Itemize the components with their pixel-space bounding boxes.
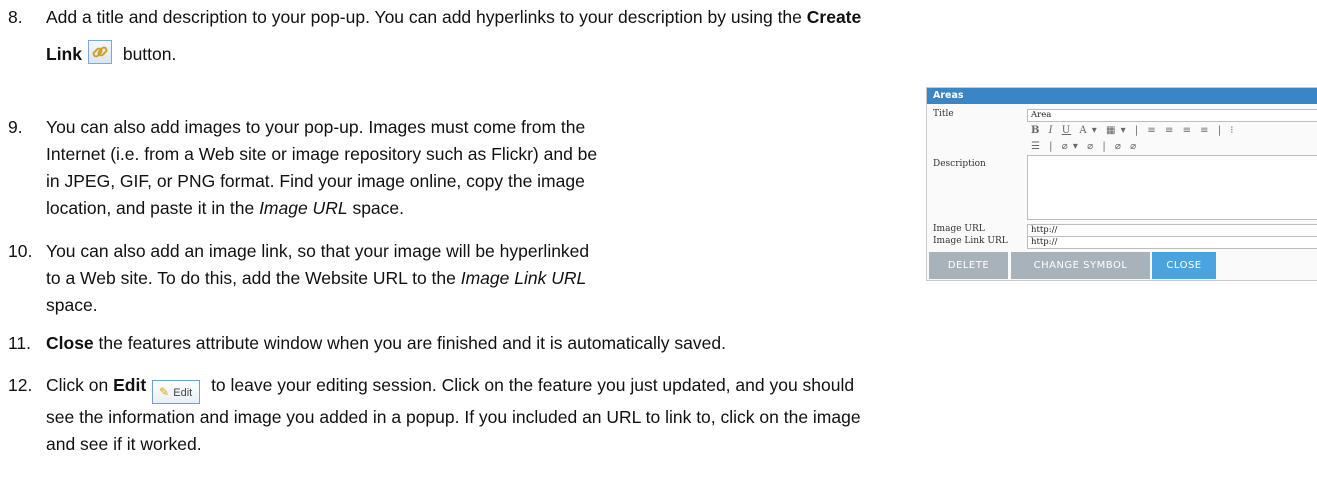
unlink-icon[interactable]: ⌀ <box>1087 141 1094 152</box>
step-text: Click on Edit ✎ Edit to leave your editing… <box>46 375 861 454</box>
step-text: Add a title and description to your pop-… <box>46 7 862 27</box>
step-text: Close the features attribute window when… <box>46 333 726 353</box>
align-justify-icon[interactable]: ≡ <box>1200 125 1209 136</box>
list-icon[interactable]: ⁝ <box>1230 125 1234 136</box>
step-text: You can also add an image link, so that … <box>46 241 590 315</box>
separator: | <box>1049 141 1054 152</box>
redo-icon[interactable]: ⌀ <box>1130 141 1137 152</box>
dialog-title: Areas <box>927 88 1317 104</box>
link-icon[interactable]: ⌀ ▾ <box>1062 141 1079 152</box>
edit-button-image: ✎ Edit <box>152 380 201 404</box>
close-button[interactable]: CLOSE <box>1152 252 1216 279</box>
format-toolbar-row2: ☰ | ⌀ ▾ ⌀ | ⌀ ⌀ <box>1031 141 1141 152</box>
create-link-icon <box>87 40 112 64</box>
bullet-list-icon[interactable]: ☰ <box>1031 141 1041 152</box>
bold-icon[interactable]: B <box>1031 125 1040 136</box>
description-field[interactable] <box>1027 155 1317 220</box>
align-right-icon[interactable]: ≡ <box>1183 125 1192 136</box>
title-label: Title <box>933 109 954 119</box>
step-number: 10. <box>8 241 33 261</box>
font-color-icon[interactable]: A ▾ <box>1079 125 1097 136</box>
delete-button[interactable]: DELETE <box>929 252 1008 279</box>
format-toolbar-row1: B I U A ▾ ▦ ▾ | ≡ ≡ ≡ ≡ | ⁝ <box>1031 125 1238 136</box>
undo-icon[interactable]: ⌀ <box>1115 141 1122 152</box>
image-link-url-label: Image Link URL <box>933 236 1008 246</box>
change-symbol-button[interactable]: CHANGE SYMBOL <box>1011 252 1150 279</box>
step-number: 12. <box>8 375 33 395</box>
underline-icon[interactable]: U <box>1062 125 1071 136</box>
areas-dialog: Areas Title Area B I U A ▾ ▦ ▾ | ≡ ≡ ≡ ≡… <box>926 87 1317 281</box>
align-left-icon[interactable]: ≡ <box>1147 125 1156 136</box>
pencil-icon: ✎ <box>159 385 170 399</box>
title-field[interactable]: Area <box>1027 109 1317 122</box>
step-text-line2: Link button. <box>46 40 176 68</box>
italic-icon[interactable]: I <box>1049 125 1054 136</box>
step-number: 9. <box>8 117 23 137</box>
separator: | <box>1217 125 1223 136</box>
separator: | <box>1134 125 1140 136</box>
step-number: 8. <box>8 7 23 27</box>
highlight-icon[interactable]: ▦ ▾ <box>1106 125 1127 136</box>
step-number: 11. <box>8 333 32 353</box>
separator: | <box>1102 141 1107 152</box>
image-link-url-field[interactable]: http:// <box>1027 236 1317 249</box>
description-label: Description <box>933 159 986 169</box>
align-center-icon[interactable]: ≡ <box>1165 125 1174 136</box>
image-url-label: Image URL <box>933 224 985 234</box>
step-text: You can also add images to your pop-up. … <box>46 117 598 218</box>
